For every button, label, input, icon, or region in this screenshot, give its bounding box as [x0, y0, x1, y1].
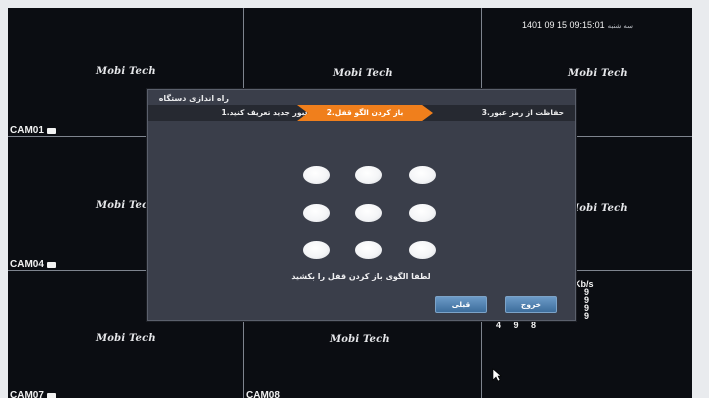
record-icon — [46, 392, 56, 398]
record-icon — [46, 127, 56, 134]
pattern-dot[interactable] — [409, 241, 436, 259]
pattern-dot[interactable] — [303, 166, 330, 184]
pattern-hint: لطفا الگوی باز کردن قفل را بکشید — [291, 272, 431, 281]
pattern-dot[interactable] — [409, 204, 436, 222]
watermark: Mobi Tech — [568, 203, 628, 214]
wizard-steps: رمز عبور جدید تعریف کنید.1 باز کردن الگو… — [148, 105, 575, 121]
step-password-protection: حفاظت از رمز عبور.3 — [481, 108, 564, 117]
camera-label: CAM01 — [10, 125, 56, 136]
mouse-cursor-icon — [492, 368, 502, 382]
watermark: Mobi Tech — [568, 68, 628, 79]
pattern-dot[interactable] — [409, 166, 436, 184]
watermark: Mobi Tech — [96, 333, 156, 344]
watermark: Mobi Tech — [96, 66, 156, 77]
camera-label: CAM08 — [246, 390, 280, 398]
camera-label: CAM07 — [10, 390, 56, 398]
camera-label: CAM04 — [10, 259, 56, 270]
pattern-grid[interactable] — [303, 166, 438, 262]
record-icon — [46, 261, 56, 268]
dialog-title: راه اندازی دستگاه — [158, 94, 229, 103]
datetime-display: 1401 09 15 09:15:01 سه شنبه — [522, 20, 633, 30]
pattern-dot[interactable] — [355, 241, 382, 259]
watermark: Mobi Tech — [330, 334, 390, 345]
pattern-dot[interactable] — [303, 204, 330, 222]
step-unlock-pattern: باز کردن الگو قفل.2 — [297, 105, 433, 121]
pattern-dot[interactable] — [355, 204, 382, 222]
previous-button[interactable]: قبلی — [435, 296, 487, 313]
channel-numbers: 4 9 8 — [496, 320, 537, 330]
setup-wizard-dialog: راه اندازی دستگاه رمز عبور جدید تعریف کن… — [147, 89, 576, 321]
watermark: Mobi Tech — [333, 68, 393, 79]
pattern-dot[interactable] — [355, 166, 382, 184]
exit-button[interactable]: خروج — [505, 296, 557, 313]
bitrate-readout: Kb/s 9 9 9 9 — [574, 279, 594, 321]
pattern-dot[interactable] — [303, 241, 330, 259]
